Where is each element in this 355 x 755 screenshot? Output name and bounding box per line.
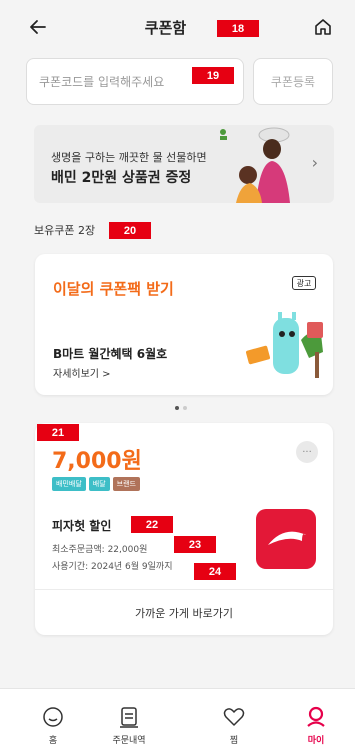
back-arrow-icon[interactable] bbox=[28, 17, 48, 37]
carousel-pagination bbox=[175, 406, 187, 410]
nav-item-my[interactable]: 마이 bbox=[276, 689, 355, 755]
coupon-min-order: 최소주문금액: 22,000원 bbox=[52, 545, 148, 555]
marker-24: 24 bbox=[194, 563, 236, 580]
marker-22: 22 bbox=[131, 516, 173, 533]
header: 쿠폰함 bbox=[0, 0, 355, 54]
order-list-icon bbox=[120, 707, 138, 728]
banner-line1: 생명을 구하는 깨끗한 물 선물하면 bbox=[51, 151, 207, 164]
nav-item-favorites[interactable]: 찜 bbox=[194, 689, 274, 755]
more-options-icon[interactable]: ··· bbox=[296, 441, 318, 463]
page-title: 쿠폰함 bbox=[144, 18, 187, 37]
coupon-register-button[interactable]: 쿠폰등록 bbox=[253, 58, 333, 105]
bmart-title: B마트 월간혜택 6월호 bbox=[53, 347, 168, 361]
bmart-character-illustration bbox=[246, 312, 323, 378]
coupon-pack-title: 이달의 쿠폰팩 받기 bbox=[53, 280, 174, 298]
chevron-right-icon: › bbox=[311, 153, 318, 172]
pagination-dot-active[interactable] bbox=[175, 406, 179, 410]
coupon-period: 사용기간: 2024년 6월 9일까지 bbox=[52, 562, 173, 572]
bottom-nav: 홈 주문내역 찜 마이 bbox=[0, 688, 355, 755]
marker-21: 21 bbox=[37, 424, 79, 441]
owned-coupon-count: 보유쿠폰 2장 bbox=[34, 224, 96, 237]
pizza-hut-logo bbox=[256, 509, 316, 569]
marker-20: 20 bbox=[109, 222, 151, 239]
coupon-amount: 7,000원 bbox=[52, 449, 142, 474]
coupon-tag: 브랜드 bbox=[112, 477, 140, 491]
nav-label: 마이 bbox=[307, 736, 325, 746]
promo-banner[interactable]: 생명을 구하는 깨끗한 물 선물하면 배민 2만원 상품권 증정 › bbox=[34, 125, 334, 203]
nav-label: 찜 bbox=[229, 736, 239, 746]
nav-label: 홈 bbox=[48, 736, 58, 746]
coupon-name: 피자헛 할인 bbox=[52, 519, 112, 533]
home-icon bbox=[43, 707, 63, 727]
banner-line2: 배민 2만원 상품권 증정 bbox=[51, 170, 192, 186]
pagination-dot[interactable] bbox=[183, 406, 187, 410]
marker-18: 18 bbox=[217, 20, 259, 37]
nav-item-home[interactable]: 홈 bbox=[13, 689, 93, 755]
coupon-tags: 배민배달 배달 브랜드 bbox=[52, 477, 140, 491]
marker-19: 19 bbox=[192, 67, 234, 84]
home-icon[interactable] bbox=[313, 17, 333, 37]
nav-label: 주문내역 bbox=[112, 736, 146, 746]
detail-link[interactable]: 자세히보기 > bbox=[53, 365, 111, 380]
marker-23: 23 bbox=[174, 536, 216, 553]
banner-illustration bbox=[220, 127, 290, 203]
coupon-tag: 배민배달 bbox=[52, 477, 86, 491]
coupon-code-placeholder: 쿠폰코드를 입력해주세요 bbox=[39, 75, 165, 89]
coupon-tag: 배달 bbox=[88, 477, 110, 491]
nav-item-orders[interactable]: 주문내역 bbox=[89, 689, 169, 755]
ad-badge: 광고 bbox=[292, 276, 316, 290]
nearby-store-button[interactable]: 가까운 가게 바로가기 bbox=[35, 589, 333, 635]
my-icon bbox=[307, 706, 325, 727]
coupon-card[interactable]: 7,000원 배민배달 배달 브랜드 ··· 피자헛 할인 최소주문금액: 22… bbox=[35, 423, 333, 635]
coupon-pack-card[interactable]: 이달의 쿠폰팩 받기 광고 B마트 월간혜택 6월호 자세히보기 > bbox=[35, 254, 333, 395]
heart-icon bbox=[223, 708, 245, 726]
